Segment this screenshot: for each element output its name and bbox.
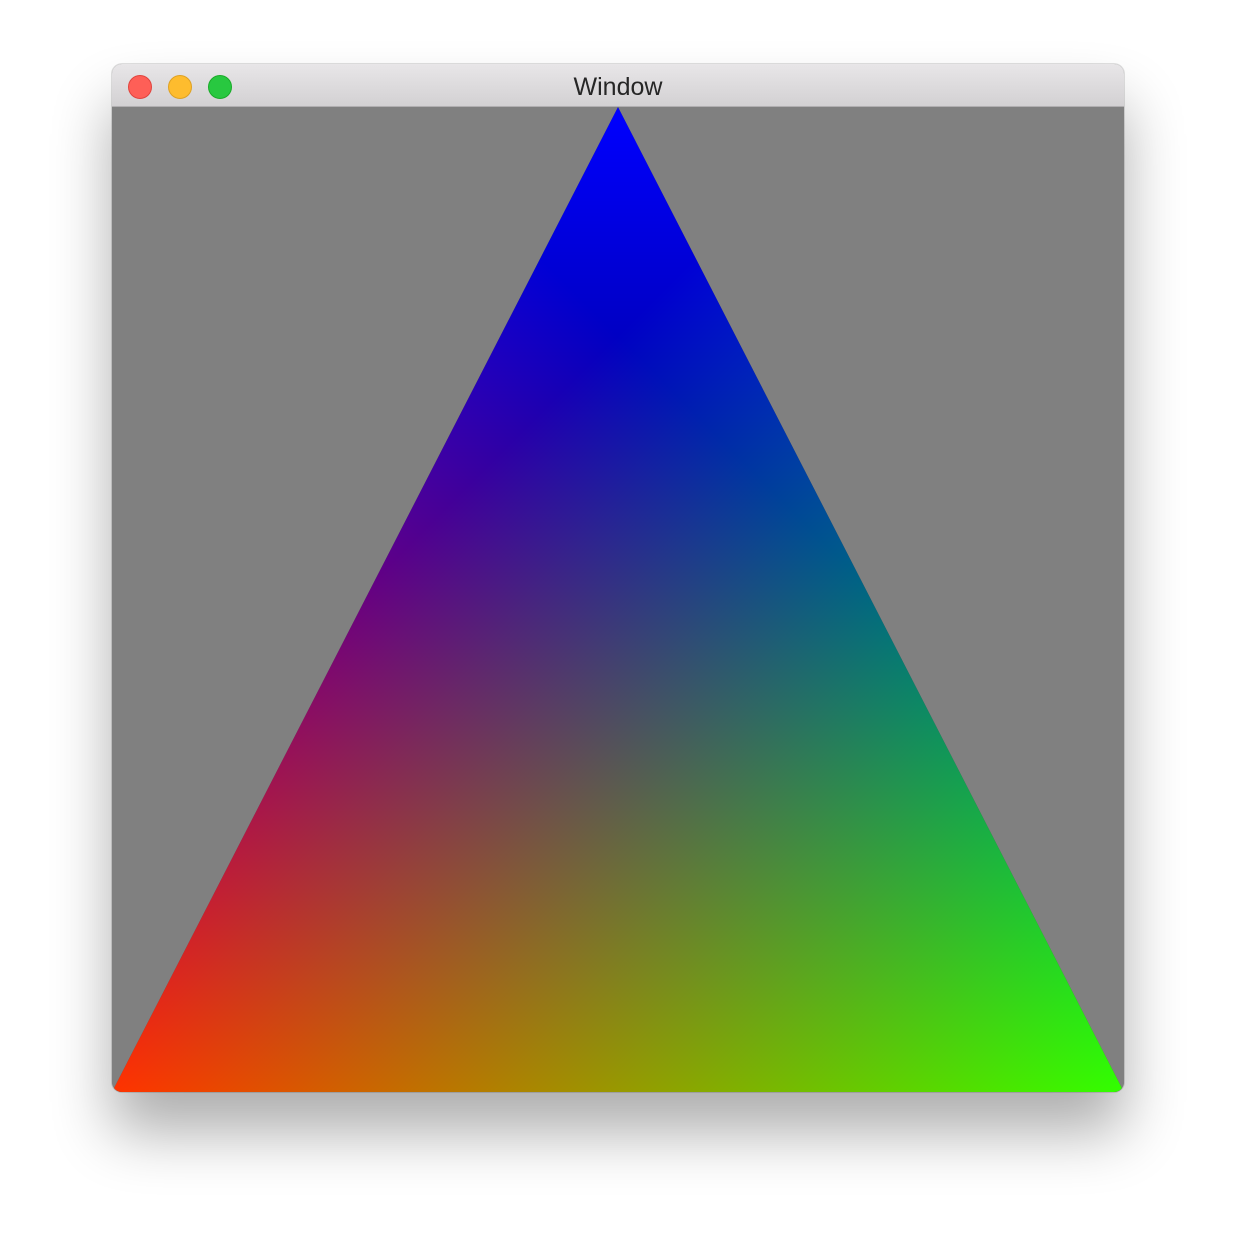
app-window: Window xyxy=(112,64,1124,1092)
window-title: Window xyxy=(573,73,663,101)
title-bar[interactable]: Window xyxy=(112,64,1124,107)
triangle-viewport xyxy=(112,107,1124,1092)
render-canvas[interactable] xyxy=(112,107,1124,1092)
